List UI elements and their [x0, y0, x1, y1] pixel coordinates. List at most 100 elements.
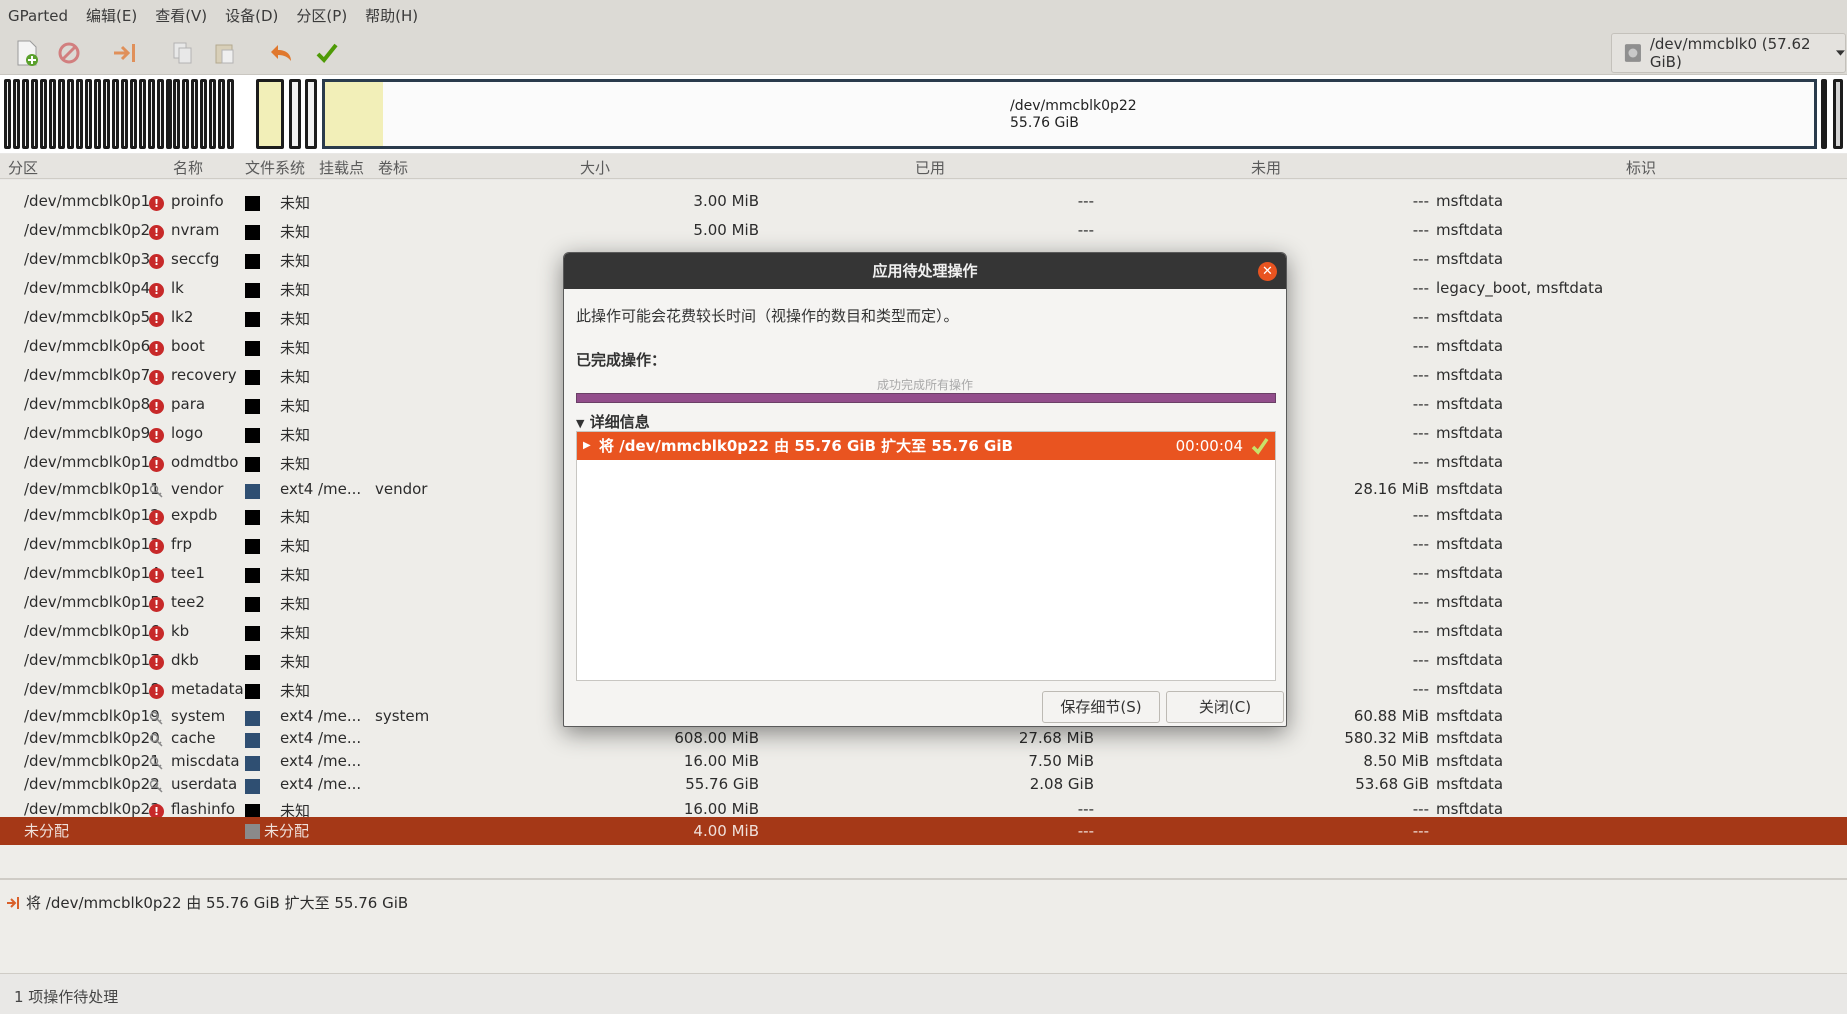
disk-map-segment[interactable]: [200, 79, 207, 149]
col-size[interactable]: 大小: [580, 157, 610, 178]
menu-gparted[interactable]: GParted: [8, 7, 68, 25]
disk-map-segment[interactable]: [4, 79, 11, 149]
pending-operation-item[interactable]: 将 /dev/mmcblk0p22 由 55.76 GiB 扩大至 55.76 …: [6, 892, 408, 913]
delete-button[interactable]: [52, 37, 86, 69]
device-selector[interactable]: /dev/mmcblk0 (57.62 GiB): [1611, 33, 1846, 73]
flags-value: msftdata: [1436, 221, 1504, 239]
disk-map-segment[interactable]: [166, 79, 172, 149]
used-value: ---: [1077, 822, 1094, 840]
disk-map-segment[interactable]: [256, 79, 284, 149]
filesystem-color: [245, 254, 260, 269]
disk-map-segment[interactable]: [130, 79, 137, 149]
disk-map-segment[interactable]: [157, 79, 164, 149]
table-row[interactable]: /dev/mmcblk0p1! proinfo 未知 3.00 MiB --- --- ms…: [0, 192, 1847, 216]
menu-partition[interactable]: 分区(P): [296, 5, 347, 26]
col-flags[interactable]: 标识: [1626, 157, 1656, 178]
details-expander[interactable]: ▼ 详细信息: [576, 411, 650, 432]
filesystem-color: [245, 597, 260, 612]
mountpoint: /me...: [318, 480, 362, 498]
new-partition-button[interactable]: [10, 37, 44, 69]
partition-name: cache: [171, 729, 216, 747]
disk-map-segment[interactable]: [1833, 79, 1843, 149]
unused-value: ---: [1412, 192, 1429, 210]
col-mountpoint[interactable]: 挂载点: [319, 157, 364, 178]
operation-details-list[interactable]: ▶ 将 /dev/mmcblk0p22 由 55.76 GiB 扩大至 55.7…: [576, 431, 1276, 681]
col-filesystem[interactable]: 文件系统: [245, 157, 305, 178]
disk-map-segment[interactable]: [94, 79, 101, 149]
unused-value: ---: [1412, 622, 1429, 640]
partition-path: /dev/mmcblk0p7: [24, 366, 151, 384]
close-icon[interactable]: ✕: [1258, 262, 1277, 281]
disk-map[interactable]: /dev/mmcblk0p22 55.76 GiB: [0, 75, 1847, 153]
status-bar: 1 项操作待处理: [0, 973, 1847, 1014]
close-button[interactable]: 关闭(C): [1166, 691, 1284, 723]
partition-name: vendor: [171, 480, 224, 498]
table-row[interactable]: /dev/mmcblk0p22 userdata ext4/me... 55.76 G…: [0, 775, 1847, 799]
error-icon: !: [149, 341, 164, 356]
filesystem: 未知: [280, 310, 311, 328]
filesystem-color: [245, 283, 260, 298]
copy-icon: [173, 42, 192, 64]
disk-map-segment[interactable]: [76, 79, 83, 149]
apply-button[interactable]: [310, 37, 344, 69]
menu-device[interactable]: 设备(D): [225, 5, 278, 26]
error-icon: !: [149, 568, 164, 583]
disk-map-segment[interactable]: [31, 79, 38, 149]
disk-map-segment[interactable]: [148, 79, 155, 149]
mountpoint: /me...: [318, 775, 362, 793]
menu-view[interactable]: 查看(V): [155, 5, 207, 26]
partition-name: recovery: [171, 366, 237, 384]
flags-value: msftdata: [1436, 192, 1504, 210]
disk-map-segment[interactable]: [139, 79, 146, 149]
menu-help[interactable]: 帮助(H): [365, 5, 418, 26]
menu-edit[interactable]: 编辑(E): [86, 5, 137, 26]
table-row[interactable]: /dev/mmcblk0p2! nvram 未知 5.00 MiB --- --- msft…: [0, 221, 1847, 245]
disk-map-segment[interactable]: [121, 79, 128, 149]
disk-map-segment[interactable]: [1821, 79, 1827, 149]
filesystem: 未知: [280, 566, 311, 584]
table-row[interactable]: /dev/mmcblk0p21 miscdata ext4/me... 16.00 M…: [0, 752, 1847, 776]
paste-button[interactable]: [208, 37, 242, 69]
unused-value: ---: [1412, 221, 1429, 239]
disk-map-segment[interactable]: [67, 79, 74, 149]
disk-map-segment[interactable]: [218, 79, 225, 149]
disk-map-segment[interactable]: [58, 79, 65, 149]
disk-map-segment[interactable]: [49, 79, 56, 149]
size-value: 4.00 MiB: [693, 822, 759, 840]
disk-map-segment[interactable]: [305, 79, 317, 149]
table-row[interactable]: /dev/mmcblk0p20 cache ext4/me... 608.00 MiB…: [0, 729, 1847, 753]
col-label[interactable]: 卷标: [378, 157, 408, 178]
operation-detail-row[interactable]: ▶ 将 /dev/mmcblk0p22 由 55.76 GiB 扩大至 55.7…: [577, 432, 1275, 460]
copy-button[interactable]: [166, 37, 200, 69]
error-icon: !: [149, 312, 164, 327]
disk-map-segment[interactable]: [289, 79, 301, 149]
col-name[interactable]: 名称: [173, 157, 203, 178]
disk-map-segment[interactable]: [112, 79, 119, 149]
flags-value: msftdata: [1436, 564, 1504, 582]
flags-value: msftdata: [1436, 535, 1504, 553]
disk-map-segment[interactable]: [22, 79, 29, 149]
col-partition[interactable]: 分区: [8, 157, 38, 178]
unused-value: ---: [1412, 308, 1429, 326]
disk-map-segment[interactable]: [191, 79, 198, 149]
resize-move-button[interactable]: [108, 37, 142, 69]
disk-map-segment[interactable]: [13, 79, 20, 149]
flags-value: msftdata: [1436, 622, 1504, 640]
col-unused[interactable]: 未用: [1251, 157, 1281, 178]
save-details-button[interactable]: 保存细节(S): [1042, 691, 1160, 723]
table-row-unallocated[interactable]: 未分配 未分配 4.00 MiB --- ---: [0, 817, 1847, 845]
disk-map-segment[interactable]: [85, 79, 92, 149]
disk-map-segment[interactable]: [103, 79, 110, 149]
disk-map-segment[interactable]: [173, 79, 180, 149]
disk-map-segment[interactable]: [182, 79, 189, 149]
disk-map-segment[interactable]: [227, 79, 234, 149]
disk-map-segment[interactable]: [40, 79, 47, 149]
disk-map-partition-mmcblk0p22[interactable]: /dev/mmcblk0p22 55.76 GiB: [322, 79, 1817, 149]
unused-value: ---: [1412, 564, 1429, 582]
disk-map-segment[interactable]: [209, 79, 216, 149]
undo-button[interactable]: [265, 37, 299, 69]
col-used[interactable]: 已用: [915, 157, 945, 178]
partition-path: /dev/mmcblk0p11: [24, 480, 160, 498]
unused-value: ---: [1412, 535, 1429, 553]
error-icon: !: [149, 254, 164, 269]
